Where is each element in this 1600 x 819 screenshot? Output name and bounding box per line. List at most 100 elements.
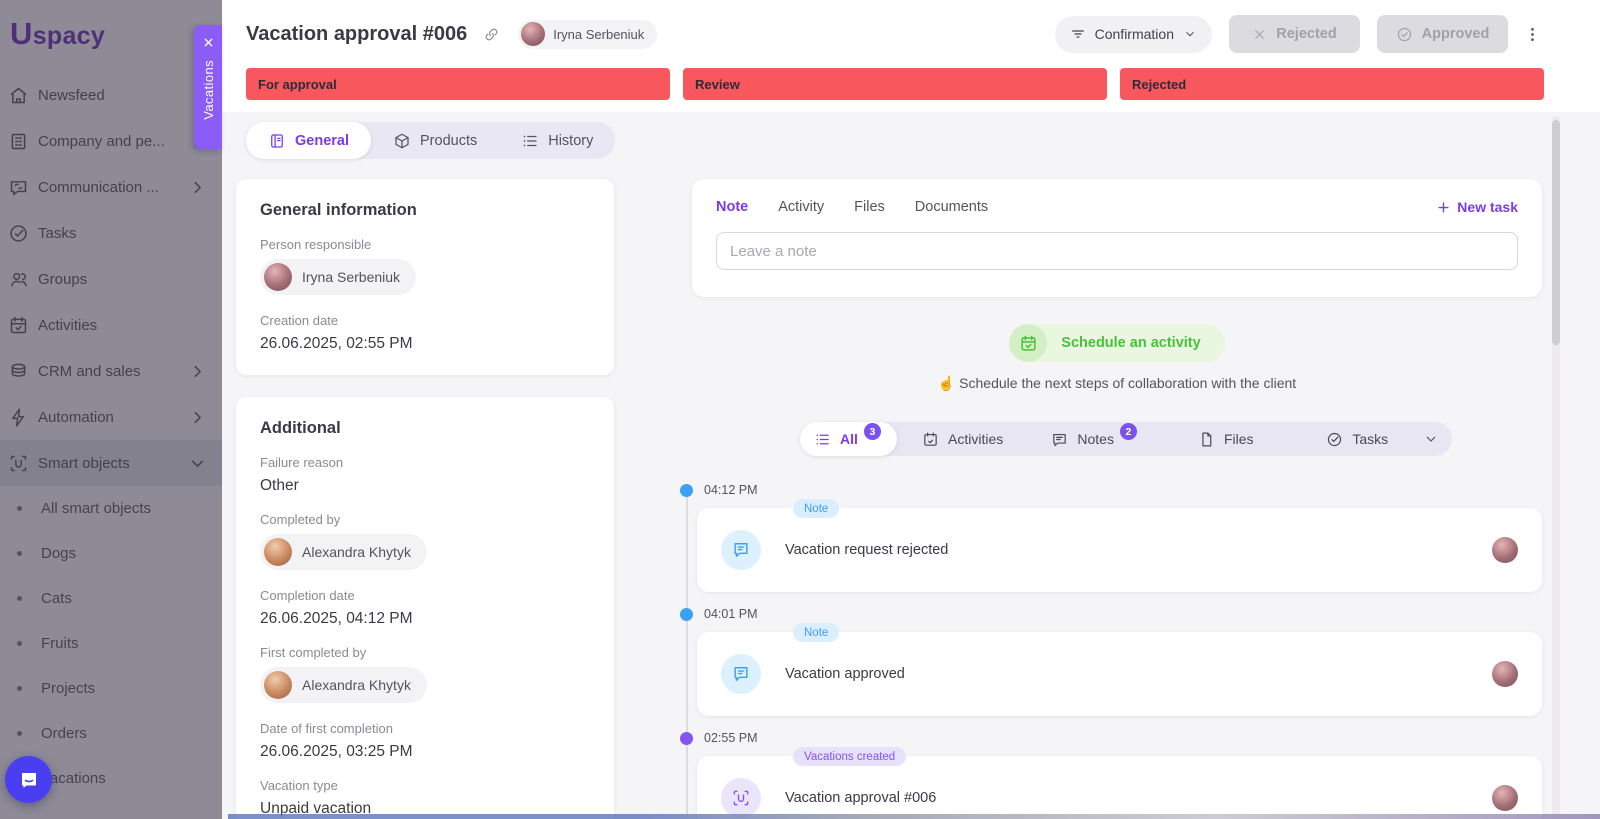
avatar [521,22,545,46]
sidebar-item-communication[interactable]: Communication ... [0,164,222,210]
sidebar-subitem-all-smart-objects[interactable]: All smart objects [0,486,222,531]
type-badge: Vacations created [793,747,906,766]
filter-lines-icon [1070,26,1086,42]
field-value: 26.06.2025, 03:25 PM [260,743,590,761]
tab-general[interactable]: General [246,122,371,159]
first-completed-by-chip[interactable]: Alexandra Khytyk [260,667,427,703]
card-title: Additional [260,419,590,438]
timeline-card-note[interactable]: Note Vacation request rejected [697,508,1542,592]
person-responsible-chip[interactable]: Iryna Serbeniuk [260,259,416,295]
list-icon [521,132,539,150]
smart-object-icon [721,778,761,818]
composer-tab-documents[interactable]: Documents [915,199,988,215]
note-input[interactable] [716,232,1518,270]
rejected-button[interactable]: Rejected [1229,15,1360,53]
sidebar-subitem-orders[interactable]: Orders [0,711,222,756]
bullet-icon [17,551,22,556]
owner-chip[interactable]: Iryna Serbeniuk [518,20,657,49]
tab-history[interactable]: History [499,122,615,159]
composer-tab-files[interactable]: Files [854,199,885,215]
sidebar-item-activities[interactable]: Activities [0,302,222,348]
vacations-overlay-tab[interactable]: Vacations [194,25,222,149]
message-icon [1051,431,1068,448]
schedule-activity-button[interactable]: Schedule an activity [1009,324,1224,362]
vertical-scrollbar[interactable] [1552,116,1560,819]
composer-tab-activity[interactable]: Activity [778,199,824,215]
scrollbar-thumb[interactable] [1552,120,1560,345]
field-label: First completed by [260,645,590,660]
chat-widget-button[interactable] [5,756,52,803]
timeline-card-note[interactable]: Note Vacation approved [697,632,1542,716]
sidebar-item-newsfeed[interactable]: Newsfeed [0,72,222,118]
cube-icon [393,132,411,150]
filter-all[interactable]: All 3 [800,422,897,456]
sidebar-nav: Newsfeed Company and pe... Communication… [0,72,222,801]
sidebar-item-tasks[interactable]: Tasks [0,210,222,256]
filter-files[interactable]: Files [1160,431,1292,448]
sidebar-item-label: Groups [38,271,87,288]
field-label: Vacation type [260,778,590,793]
card-title: General information [260,201,590,220]
filter-tasks[interactable]: Tasks [1291,431,1423,448]
smart-objects-icon [8,453,29,474]
sidebar-item-company[interactable]: Company and pe... [0,118,222,164]
timeline-time: 04:12 PM [704,483,758,497]
avatar [1492,785,1518,811]
filter-label: Files [1224,431,1254,447]
sidebar-subitem-dogs[interactable]: Dogs [0,531,222,576]
field-label: Person responsible [260,237,590,252]
uspacy-logo[interactable]: Uspacy [10,16,222,52]
sidebar-item-smart-objects[interactable]: Smart objects [0,440,222,486]
close-icon[interactable] [202,36,215,49]
avatar [264,538,292,566]
field-value: 26.06.2025, 02:55 PM [260,335,590,353]
chevron-down-icon [187,453,208,474]
field-label: Date of first completion [260,721,590,736]
completed-by-chip[interactable]: Alexandra Khytyk [260,534,427,570]
filter-activities[interactable]: Activities [897,431,1029,448]
page-title: Vacation approval #006 [246,23,467,46]
composer-tab-note[interactable]: Note [716,199,748,215]
bullet-icon [17,641,22,646]
sidebar-item-label: Activities [38,317,97,334]
calendar-icon [922,431,939,448]
filter-more-chevron-icon[interactable] [1423,431,1439,447]
tasks-icon [8,223,29,244]
schedule-hint: ☝️ Schedule the next steps of collaborat… [692,375,1542,392]
sidebar-subitem-label: Fruits [41,635,79,652]
sidebar-subitem-label: All smart objects [41,500,151,517]
calendar-check-icon [1009,324,1047,362]
sidebar-item-automation[interactable]: Automation [0,394,222,440]
file-icon [1198,431,1215,448]
sidebar-item-label: Smart objects [38,455,130,472]
sidebar-subitem-fruits[interactable]: Fruits [0,621,222,666]
sidebar-subitem-label: Projects [41,680,95,697]
copy-link-icon[interactable] [483,26,500,43]
stage-rejected[interactable]: Rejected [1120,68,1544,100]
schedule-hint-text: Schedule the next steps of collaboration… [959,375,1296,391]
filter-notes[interactable]: Notes 2 [1028,431,1160,448]
plus-icon [1436,200,1451,215]
sidebar-subitem-cats[interactable]: Cats [0,576,222,621]
sidebar-item-crm[interactable]: CRM and sales [0,348,222,394]
sidebar-item-groups[interactable]: Groups [0,256,222,302]
approved-button[interactable]: Approved [1377,15,1508,53]
chevron-right-icon [187,361,208,382]
chevron-right-icon [187,177,208,198]
filter-label: Notes [1077,431,1114,447]
sidebar-item-label: CRM and sales [38,363,141,380]
new-task-button[interactable]: New task [1436,199,1518,215]
stage-for-approval[interactable]: For approval [246,68,670,100]
sidebar-subitem-projects[interactable]: Projects [0,666,222,711]
count-badge: 3 [864,423,881,440]
timeline-card-created[interactable]: Vacations created Vacation approval #006 [697,756,1542,819]
kanban-stage-bar: For approval Review Rejected [222,68,1600,112]
stage-label: Rejected [1132,77,1186,92]
stage-review[interactable]: Review [683,68,1107,100]
owner-name: Iryna Serbeniuk [553,27,644,42]
more-actions-kebab-icon[interactable] [1523,25,1542,44]
field-label: Completion date [260,588,590,603]
tab-products[interactable]: Products [371,122,499,159]
sidebar-subitem-label: Orders [41,725,87,742]
stage-select-dropdown[interactable]: Confirmation [1055,16,1212,53]
